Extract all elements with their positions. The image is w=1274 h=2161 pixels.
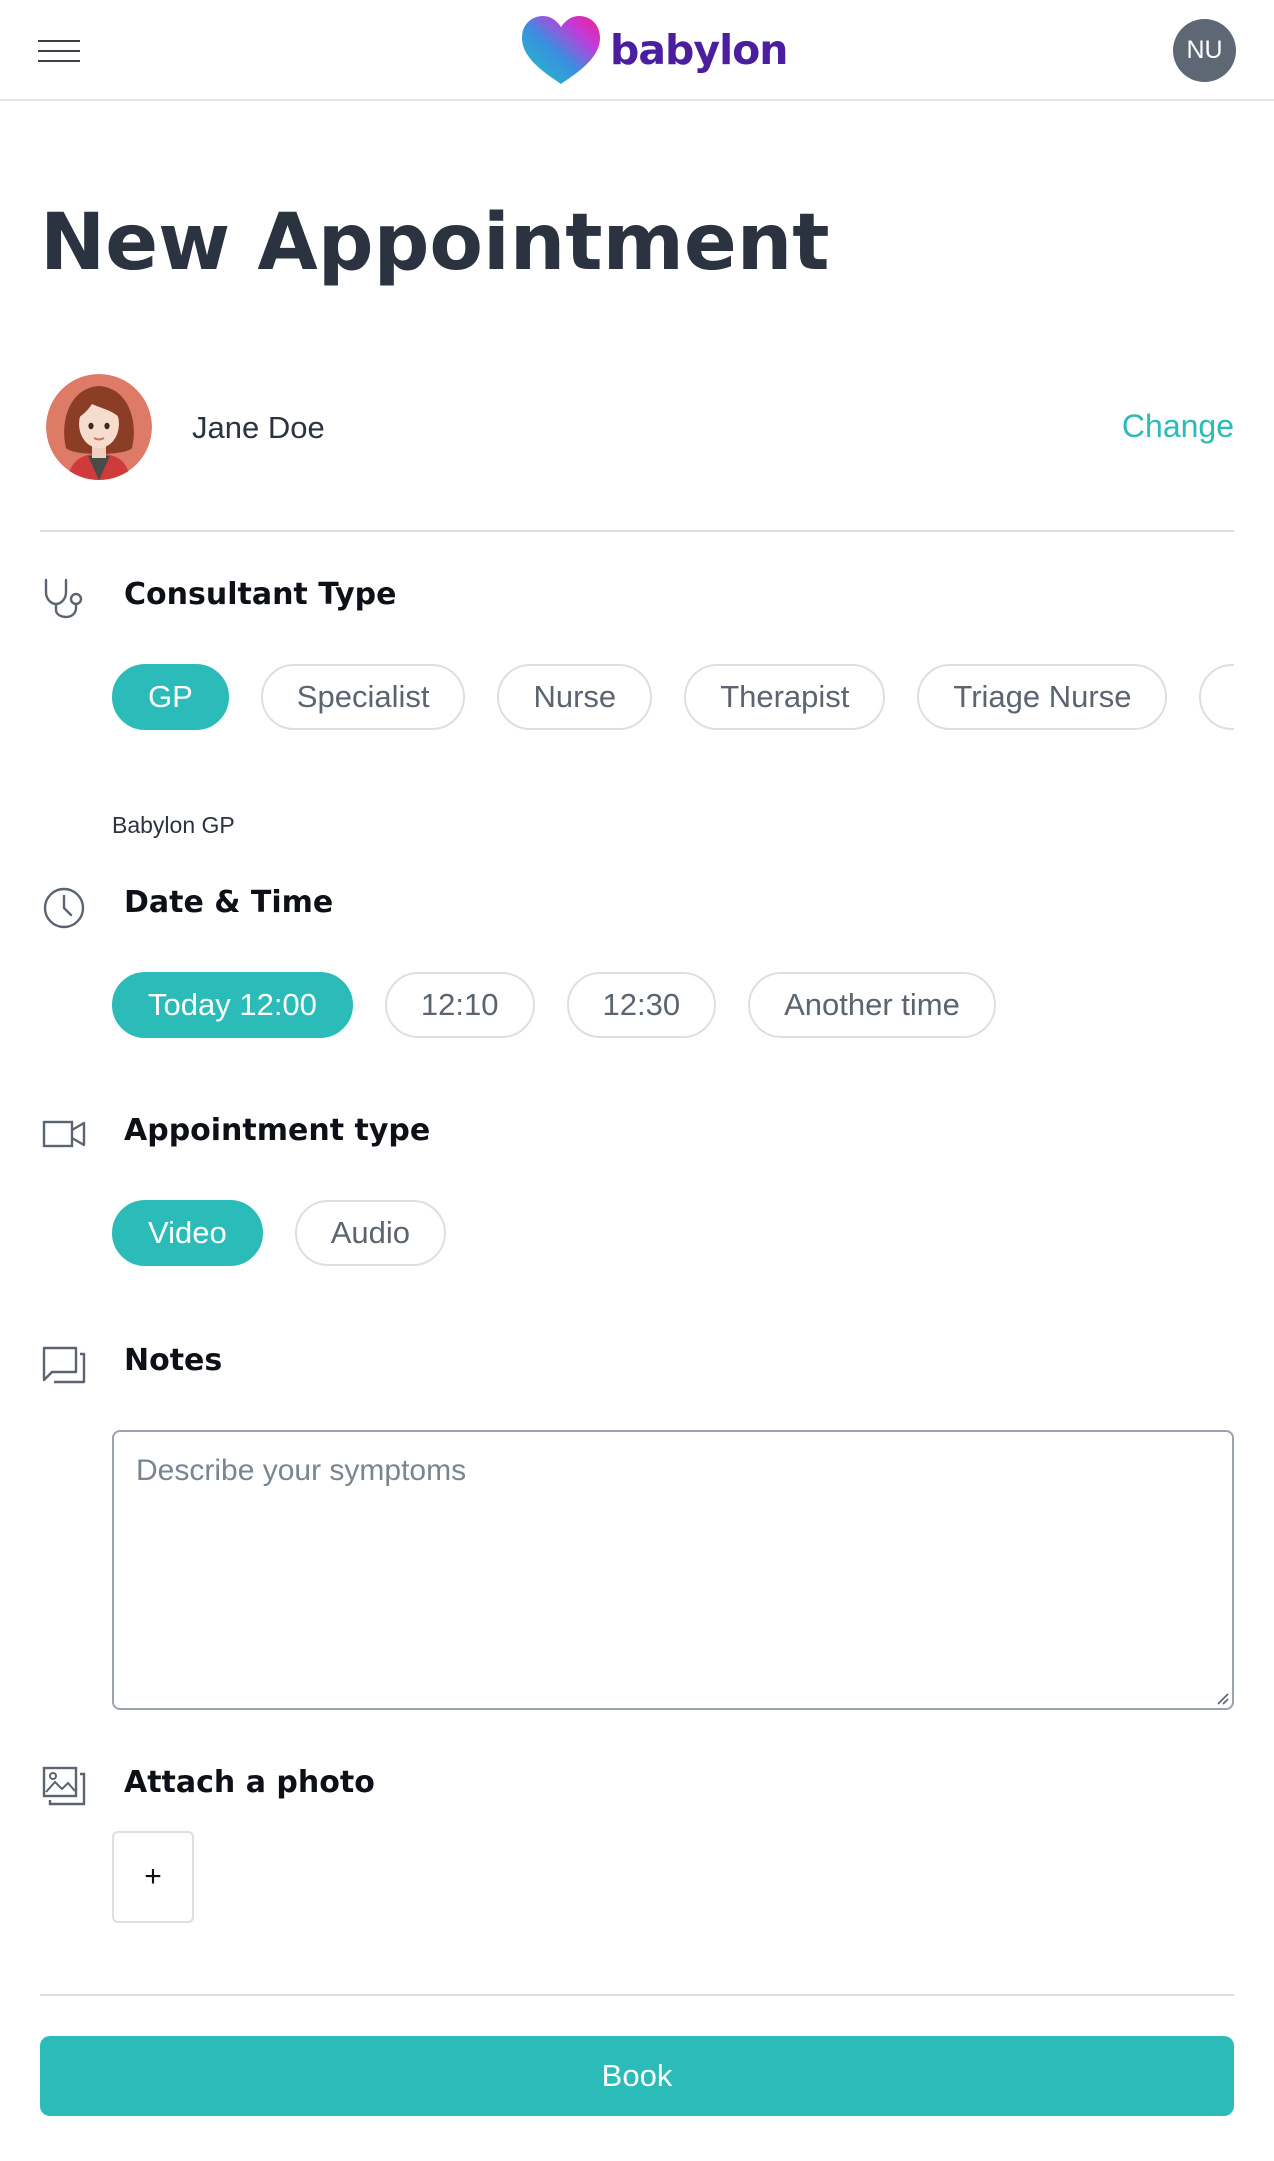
chip-gp[interactable]: GP [112,664,229,730]
menu-line [38,40,80,42]
notes-title: Notes [124,1343,223,1378]
date-time-options: Today 12:00 12:10 12:30 Another time [112,972,1234,1038]
consultant-description: Babylon GP [112,812,235,838]
heart-logo-icon [522,16,600,84]
chip-truncated[interactable]: S [1199,664,1234,730]
consultant-type-options: GP Specialist Nurse Therapist Triage Nur… [112,664,1234,730]
menu-line [38,60,80,62]
top-app-bar: babylon NU [0,0,1274,101]
brand-logo[interactable]: babylon [520,14,788,86]
divider [40,1994,1234,1996]
chip-triage-nurse[interactable]: Triage Nurse [917,664,1168,730]
chip-1230[interactable]: 12:30 [566,972,717,1038]
book-button[interactable]: Book [40,2036,1234,2116]
date-time-title: Date & Time [124,885,334,920]
menu-line [38,50,80,52]
chip-video[interactable]: Video [112,1200,263,1266]
stethoscope-icon [44,578,83,619]
chip-specialist[interactable]: Specialist [260,664,466,730]
chip-1210[interactable]: 12:10 [384,972,535,1038]
clock-icon [43,887,85,929]
patient-selector: Jane Doe Change [40,368,1234,532]
patient-name: Jane Doe [192,410,325,445]
photos-icon [42,1766,86,1806]
attach-photo-title: Attach a photo [124,1765,375,1800]
appointment-type-options: Video Audio [112,1200,1234,1266]
chip-audio[interactable]: Audio [294,1200,447,1266]
patient-avatar [46,374,152,480]
chip-today-1200[interactable]: Today 12:00 [112,972,353,1038]
user-avatar[interactable]: NU [1173,19,1236,82]
hamburger-menu-icon[interactable] [38,38,82,64]
brand-name: babylon [610,26,788,74]
resize-grip-icon[interactable] [1214,1690,1230,1706]
change-patient-link[interactable]: Change [1122,408,1234,445]
video-camera-icon [42,1120,86,1148]
appointment-type-title: Appointment type [124,1113,431,1148]
chip-nurse[interactable]: Nurse [497,664,653,730]
page-title: New Appointment [40,198,830,288]
symptoms-textarea[interactable] [112,1430,1234,1710]
add-photo-button[interactable]: + [112,1831,194,1923]
chat-bubble-icon [42,1346,86,1384]
chip-therapist[interactable]: Therapist [684,664,886,730]
chip-another-time[interactable]: Another time [748,972,996,1038]
consultant-type-title: Consultant Type [124,577,397,612]
